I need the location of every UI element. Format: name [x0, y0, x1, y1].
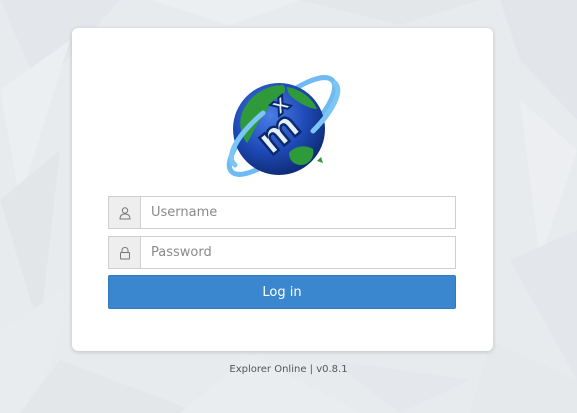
username-group	[108, 196, 456, 229]
lock-icon	[108, 236, 140, 269]
password-input[interactable]	[140, 236, 456, 269]
user-icon	[108, 196, 140, 229]
globe-mx-logo: m x	[226, 75, 341, 177]
login-button[interactable]: Log in	[108, 275, 456, 309]
password-group	[108, 236, 456, 269]
username-input[interactable]	[140, 196, 456, 229]
login-card: m x Log in	[72, 28, 493, 351]
version-footer: Explorer Online | v0.8.1	[229, 364, 348, 375]
